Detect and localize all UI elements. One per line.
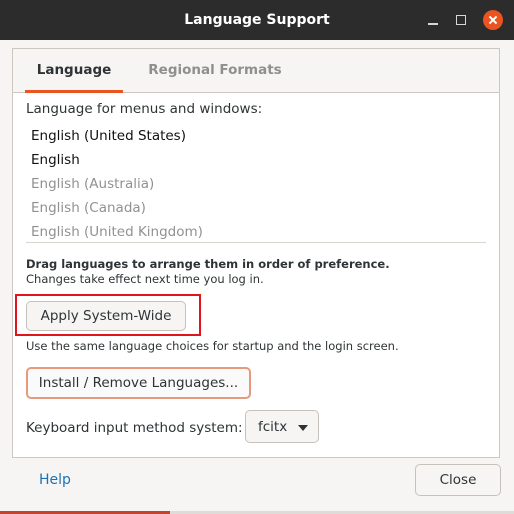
language-item[interactable]: English (Canada): [26, 196, 486, 220]
install-remove-languages-button[interactable]: Install / Remove Languages...: [26, 367, 251, 399]
close-icon: [483, 10, 503, 30]
close-button[interactable]: Close: [415, 464, 501, 496]
keyboard-input-value: fcitx: [258, 418, 288, 435]
tab-panel: Language Regional Formats Language for m…: [12, 48, 500, 458]
tab-bar: Language Regional Formats: [13, 49, 499, 93]
tab-language[interactable]: Language: [25, 49, 123, 93]
language-section-label: Language for menus and windows:: [26, 101, 263, 117]
tab-regional-formats[interactable]: Regional Formats: [143, 49, 287, 92]
chevron-down-icon: [298, 425, 308, 431]
maximize-icon: [456, 15, 466, 25]
minimize-icon: [428, 23, 438, 25]
close-window-button[interactable]: [483, 10, 503, 30]
title-bar: Language Support: [0, 0, 514, 40]
language-item[interactable]: English (United States): [26, 124, 486, 148]
minimize-button[interactable]: [423, 10, 443, 30]
list-divider: [26, 242, 486, 243]
help-link[interactable]: Help: [39, 472, 71, 488]
language-item[interactable]: English (United Kingdom): [26, 220, 486, 244]
keyboard-input-label: Keyboard input method system:: [26, 420, 243, 436]
drag-hint: Drag languages to arrange them in order …: [26, 257, 390, 271]
apply-system-wide-button[interactable]: Apply System-Wide: [26, 301, 186, 331]
language-item[interactable]: English: [26, 148, 486, 172]
keyboard-input-dropdown[interactable]: fcitx: [245, 410, 319, 443]
maximize-button[interactable]: [451, 10, 471, 30]
changes-note: Changes take effect next time you log in…: [26, 272, 264, 286]
language-item[interactable]: English (Australia): [26, 172, 486, 196]
apply-note: Use the same language choices for startu…: [26, 339, 399, 353]
language-list[interactable]: English (United States) English English …: [26, 124, 486, 244]
